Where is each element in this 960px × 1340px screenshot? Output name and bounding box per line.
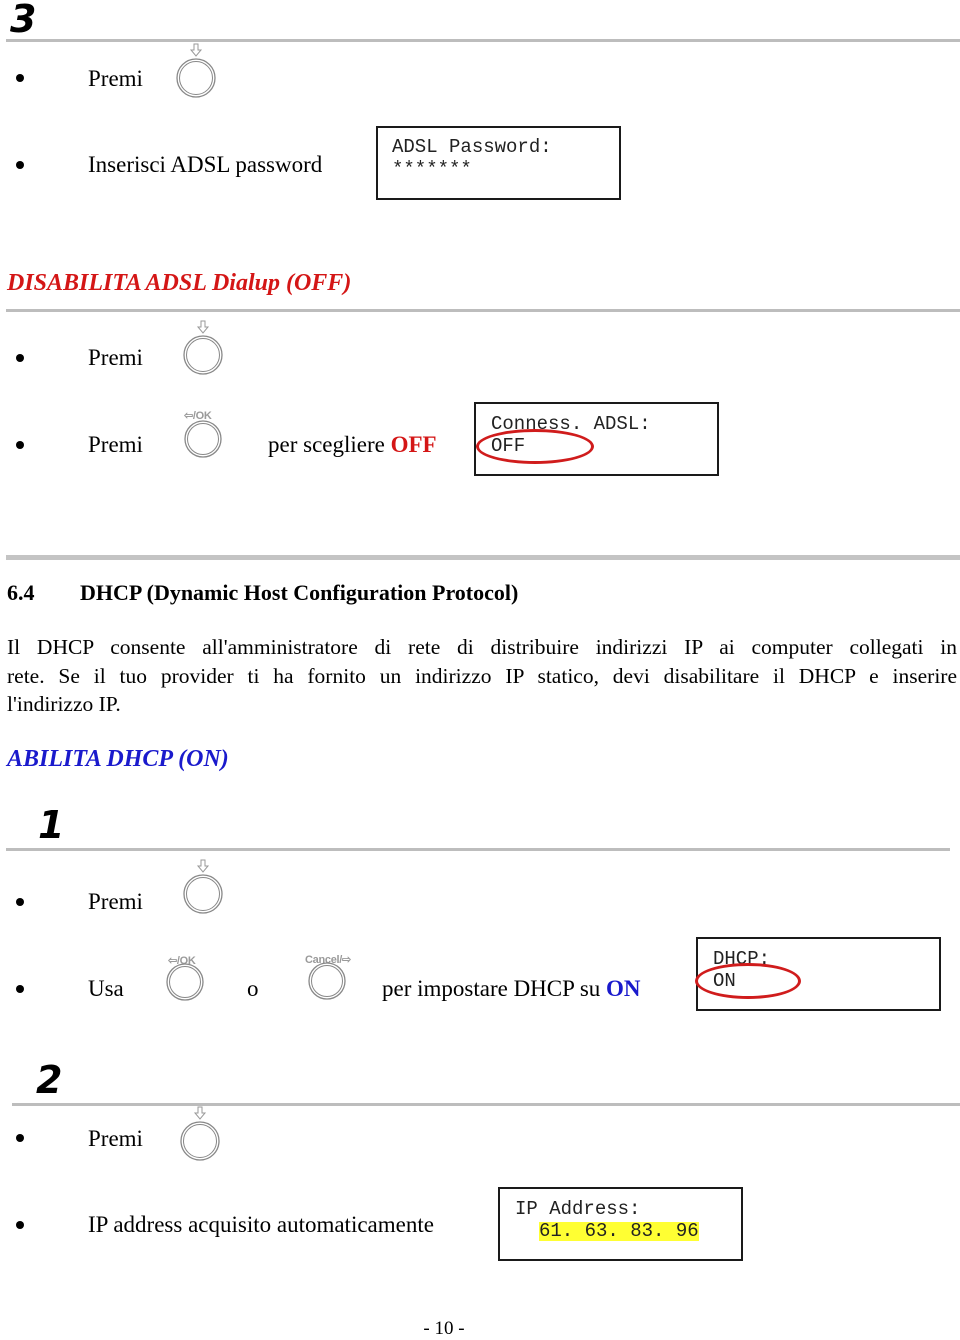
instruction-text: Premi: [88, 432, 143, 457]
lcd-line-1: ADSL Password:: [392, 136, 552, 158]
down-arrow-button[interactable]: [180, 1106, 220, 1161]
instruction-text: Usa: [88, 976, 124, 1001]
instruction-text: Premi: [88, 345, 143, 370]
left-ok-button-label: ⇦/OK: [184, 410, 212, 422]
bullet: [16, 1221, 24, 1229]
instruction-text: Premi: [88, 1126, 143, 1151]
connector-text: o: [247, 976, 259, 1001]
step-number-2: 2: [36, 1058, 63, 1102]
lcd-display-adsl-password: ADSL Password: *******: [376, 126, 621, 200]
step-number-3: 3: [10, 0, 37, 41]
highlight-ellipse: [476, 429, 594, 464]
down-arrow-button[interactable]: [176, 43, 216, 98]
bullet: [16, 354, 24, 362]
bullet: [16, 985, 24, 993]
instruction-text: Premi: [88, 66, 143, 91]
instruction-suffix: per scegliere OFF: [268, 433, 437, 456]
section-title: DHCP (Dynamic Host Configuration Protoco…: [80, 580, 519, 605]
lcd-line-1: IP Address:: [515, 1198, 641, 1220]
instruction-suffix: per impostare DHCP su ON: [382, 977, 641, 1000]
divider: [12, 1103, 960, 1106]
down-arrow-button[interactable]: [183, 859, 223, 914]
page-number: - 10 -: [423, 1318, 465, 1339]
divider: [6, 848, 950, 851]
down-arrow-button[interactable]: [183, 320, 223, 375]
cancel-button-icon: [308, 962, 346, 1000]
bullet: [16, 161, 24, 169]
paragraph-line: rete. Se il tuo provider ti ha fornito u…: [7, 663, 957, 688]
down-arrow-icon: [180, 1106, 220, 1161]
bullet: [16, 441, 24, 449]
suffix-text: per scegliere: [268, 432, 391, 457]
section-title-disable-adsl: DISABILITA ADSL Dialup (OFF): [7, 270, 352, 296]
instruction-text: Inserisci ADSL password: [88, 152, 323, 177]
left-ok-button[interactable]: [166, 963, 206, 1004]
ok-button-icon: [184, 420, 222, 458]
divider: [6, 309, 960, 312]
bullet: [16, 898, 24, 906]
instruction-text: Premi: [88, 889, 143, 914]
lcd-line-2: *******: [392, 158, 472, 180]
lcd-line-2-ip-value: 61. 63. 83. 96: [539, 1220, 699, 1242]
suffix-text: per impostare DHCP su: [382, 976, 607, 1001]
highlight-ellipse: [695, 963, 801, 999]
value-on: ON: [606, 976, 641, 1001]
bullet: [16, 1134, 24, 1142]
section-title-enable-dhcp: ABILITA DHCP (ON): [7, 746, 229, 772]
down-arrow-icon: [176, 43, 216, 98]
paragraph-line: Il DHCP consente all'amministratore di r…: [7, 635, 957, 659]
bullet: [16, 74, 24, 82]
paragraph-line: l'indirizzo IP.: [7, 692, 121, 716]
cancel-right-button[interactable]: [308, 962, 348, 1003]
section-paragraph: Il DHCP consente all'amministratore di r…: [7, 633, 957, 719]
section-divider: [6, 555, 960, 560]
instruction-text: IP address acquisito automaticamente: [88, 1212, 434, 1237]
ok-button-icon: [166, 963, 204, 1001]
left-ok-button[interactable]: [183, 420, 223, 462]
lcd-display-ip-address: IP Address: 61. 63. 83. 96: [498, 1187, 743, 1261]
step-number-1: 1: [38, 803, 65, 847]
section-number: 6.4: [7, 580, 35, 605]
down-arrow-icon: [183, 859, 223, 914]
down-arrow-icon: [183, 320, 223, 375]
divider: [6, 39, 960, 42]
value-off: OFF: [390, 432, 437, 457]
